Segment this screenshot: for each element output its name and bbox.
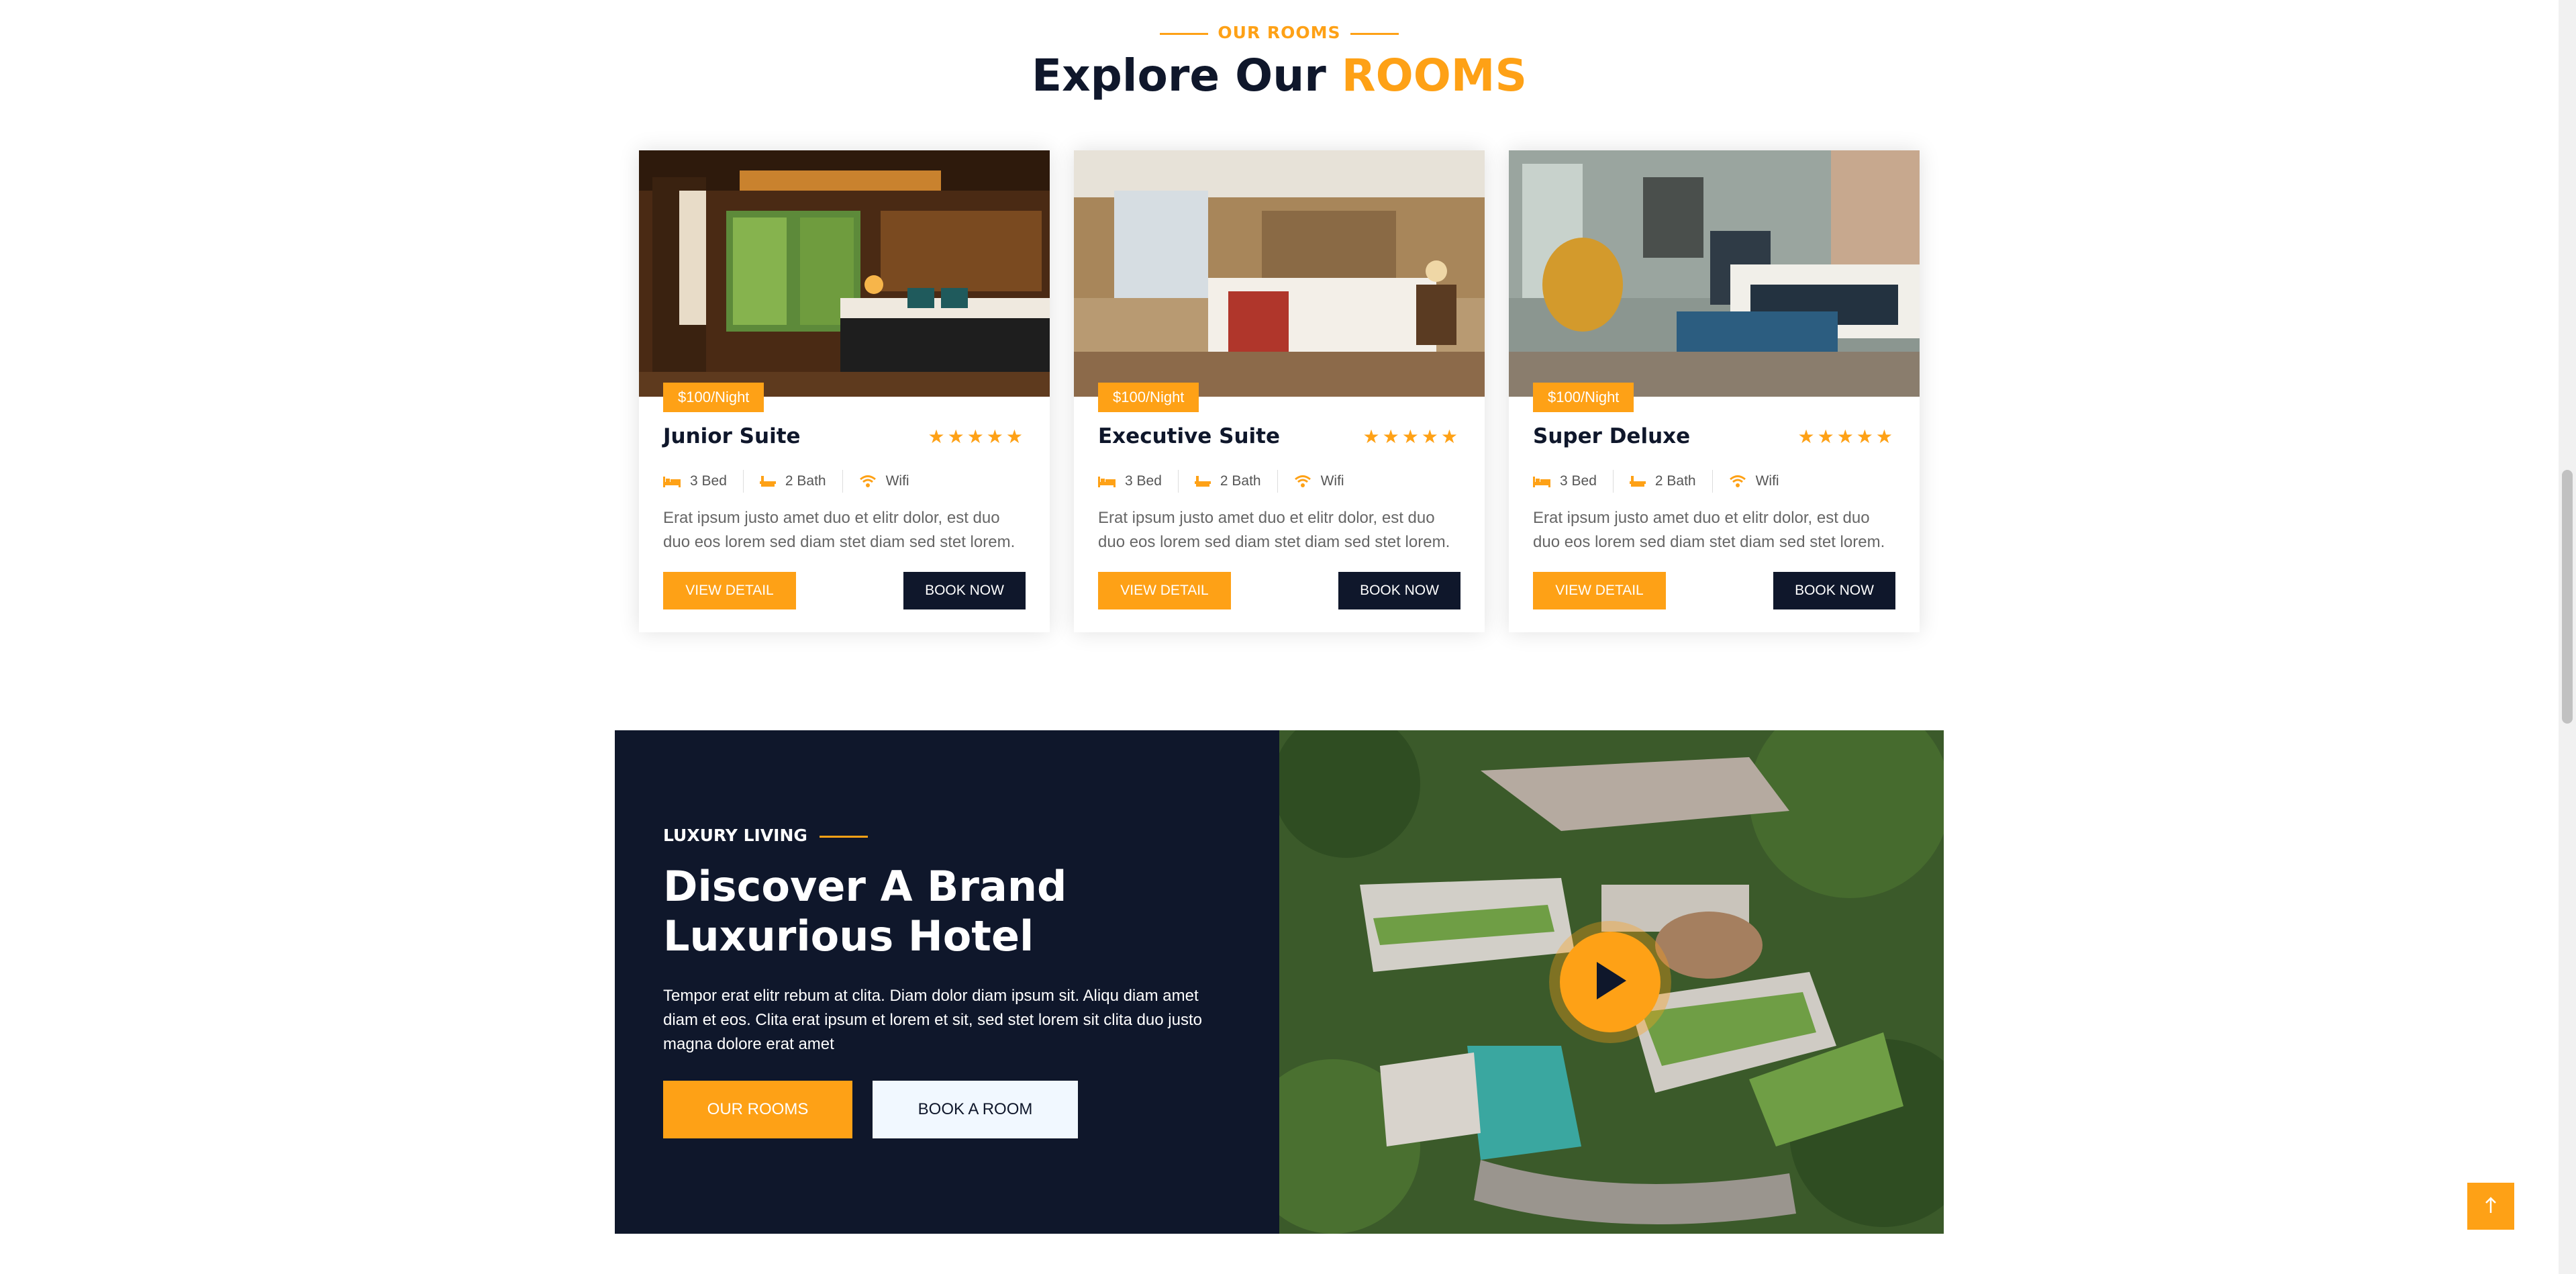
bath-icon	[1629, 475, 1646, 488]
room-name: Super Deluxe	[1533, 424, 1691, 448]
price-badge: $100/Night	[1533, 383, 1634, 412]
amenity-bed: 3 Bed	[663, 470, 744, 493]
amenity-bed-label: 3 Bed	[1560, 473, 1597, 489]
book-now-button[interactable]: BOOK NOW	[1773, 572, 1895, 609]
section-title: Explore Our ROOMS	[0, 50, 2559, 101]
hotel-aerial-video	[1279, 730, 1944, 1234]
bed-icon	[663, 475, 681, 487]
room-description: Erat ipsum justo amet duo et elitr dolor…	[663, 509, 1015, 551]
room-photo	[1074, 150, 1485, 397]
room-card-junior-suite: $100/Night Junior Suite ★★★★★ 3 Bed 2 Ba…	[639, 150, 1050, 632]
book-a-room-button[interactable]: BOOK A ROOM	[873, 1081, 1078, 1138]
wifi-icon	[1729, 475, 1746, 488]
luxury-text: Tempor erat elitr rebum at clita. Diam d…	[663, 987, 1202, 1053]
view-detail-button[interactable]: VIEW DETAIL	[663, 572, 796, 609]
page-scrollbar[interactable]	[2559, 0, 2576, 1274]
eyebrow-line-right	[1350, 32, 1399, 35]
room-name: Executive Suite	[1098, 424, 1280, 448]
amenity-wifi-label: Wifi	[885, 473, 909, 489]
luxury-eyebrow-line	[819, 835, 868, 838]
room-card-executive-suite: $100/Night Executive Suite ★★★★★ 3 Bed 2…	[1074, 150, 1485, 632]
play-icon	[1591, 959, 1629, 1006]
star-rating: ★★★★★	[1797, 426, 1895, 447]
bed-icon	[1533, 475, 1550, 487]
amenity-bath: 2 Bath	[759, 470, 843, 493]
luxury-title-line2: Luxurious Hotel	[663, 912, 1034, 961]
amenity-wifi: Wifi	[1729, 470, 1795, 493]
amenity-bed-label: 3 Bed	[1125, 473, 1162, 489]
amenities: 3 Bed 2 Bath Wifi	[663, 470, 942, 493]
back-to-top-button[interactable]	[2467, 1183, 2514, 1230]
star-rating: ★★★★★	[1363, 426, 1460, 447]
room-description: Erat ipsum justo amet duo et elitr dolor…	[1533, 509, 1885, 551]
star-rating: ★★★★★	[928, 426, 1026, 447]
luxury-title-line1: Discover A Brand	[663, 862, 1067, 911]
view-detail-button[interactable]: VIEW DETAIL	[1533, 572, 1666, 609]
amenity-bath: 2 Bath	[1194, 470, 1278, 493]
amenity-bed: 3 Bed	[1098, 470, 1179, 493]
amenity-bath-label: 2 Bath	[1654, 473, 1696, 489]
luxury-eyebrow-text: LUXURY LIVING	[663, 826, 807, 845]
wifi-icon	[859, 475, 877, 488]
price-badge: $100/Night	[663, 383, 764, 412]
amenities: 3 Bed 2 Bath Wifi	[1098, 470, 1377, 493]
price-badge: $100/Night	[1098, 383, 1199, 412]
amenity-wifi-label: Wifi	[1755, 473, 1779, 489]
room-description: Erat ipsum justo amet duo et elitr dolor…	[1098, 509, 1450, 551]
amenity-bath-label: 2 Bath	[785, 473, 826, 489]
bath-icon	[759, 475, 776, 488]
amenity-bed-label: 3 Bed	[690, 473, 727, 489]
amenity-bed: 3 Bed	[1533, 470, 1614, 493]
section-title-main: Explore Our	[1031, 50, 1326, 101]
luxury-living-panel: LUXURY LIVING Discover A Brand Luxurious…	[615, 730, 1279, 1234]
arrow-up-icon	[2485, 1196, 2497, 1216]
our-rooms-button[interactable]: OUR ROOMS	[663, 1081, 852, 1138]
section-eyebrow: OUR ROOMS	[0, 23, 2559, 42]
amenity-bath-label: 2 Bath	[1220, 473, 1261, 489]
amenity-wifi: Wifi	[859, 470, 926, 493]
eyebrow-line-left	[1160, 32, 1209, 35]
bed-icon	[1098, 475, 1116, 487]
room-photo	[639, 150, 1050, 397]
amenity-wifi: Wifi	[1294, 470, 1360, 493]
luxury-title: Discover A Brand Luxurious Hotel	[663, 862, 1200, 961]
room-photo	[1509, 150, 1920, 397]
book-now-button[interactable]: BOOK NOW	[903, 572, 1026, 609]
scrollbar-thumb[interactable]	[2562, 470, 2573, 724]
view-detail-button[interactable]: VIEW DETAIL	[1098, 572, 1231, 609]
luxury-eyebrow: LUXURY LIVING	[663, 826, 868, 845]
amenity-wifi-label: Wifi	[1320, 473, 1344, 489]
play-video-button[interactable]	[1560, 932, 1661, 1032]
section-title-accent: ROOMS	[1341, 50, 1528, 101]
room-card-super-deluxe: $100/Night Super Deluxe ★★★★★ 3 Bed 2 Ba…	[1509, 150, 1920, 632]
amenity-bath: 2 Bath	[1629, 470, 1713, 493]
bath-icon	[1194, 475, 1211, 488]
room-name: Junior Suite	[663, 424, 801, 448]
book-now-button[interactable]: BOOK NOW	[1338, 572, 1460, 609]
amenities: 3 Bed 2 Bath Wifi	[1533, 470, 1812, 493]
wifi-icon	[1294, 475, 1311, 488]
section-eyebrow-text: OUR ROOMS	[1218, 23, 1341, 42]
